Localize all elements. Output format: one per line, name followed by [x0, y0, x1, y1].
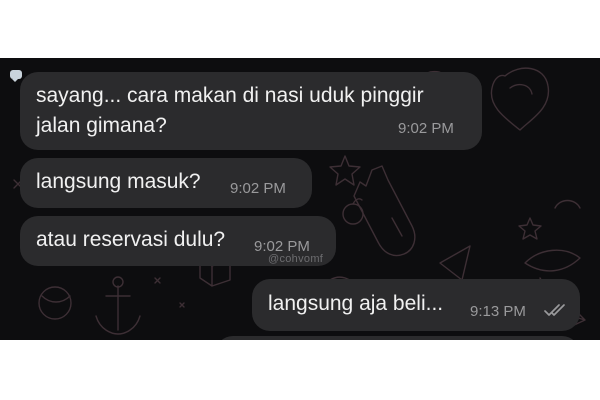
- message-timestamp: 9:02 PM: [230, 180, 286, 197]
- page-bottom-margin: [0, 340, 600, 400]
- message-text: langsung aja beli...: [268, 292, 444, 315]
- message-text-line: sayang... cara makan di nasi uduk pinggi…: [36, 84, 424, 107]
- chat-bubble-icon: [10, 70, 22, 82]
- apple-doodle-icon: [342, 203, 364, 225]
- star-doodle-icon: [329, 155, 361, 186]
- incoming-message-bubble[interactable]: langsung masuk? 9:02 PM: [20, 158, 312, 208]
- chat-area[interactable]: sayang... cara makan di nasi uduk pinggi…: [0, 58, 600, 340]
- leaf-doodle-icon: [524, 249, 581, 272]
- double-check-icon: [544, 304, 565, 316]
- outgoing-message-bubble[interactable]: langsung aja beli... 9:13 PM: [252, 279, 580, 331]
- heart-doodle-icon: [490, 67, 550, 131]
- anchor-doodle-icon: [95, 285, 141, 335]
- message-text-line: jalan gimana?: [36, 114, 167, 137]
- message-text: atau reservasi dulu?: [36, 228, 226, 251]
- watermark-text: @cohvomf: [268, 253, 324, 265]
- message-text: langsung masuk?: [36, 170, 201, 193]
- star-doodle-icon: [518, 217, 542, 240]
- message-timestamp: 9:13 PM: [470, 303, 526, 320]
- circle-doodle-icon: [38, 286, 72, 320]
- incoming-message-bubble[interactable]: sayang... cara makan di nasi uduk pinggi…: [20, 72, 482, 150]
- triangle-doodle-icon: [439, 245, 471, 281]
- message-timestamp: 9:02 PM: [398, 120, 454, 137]
